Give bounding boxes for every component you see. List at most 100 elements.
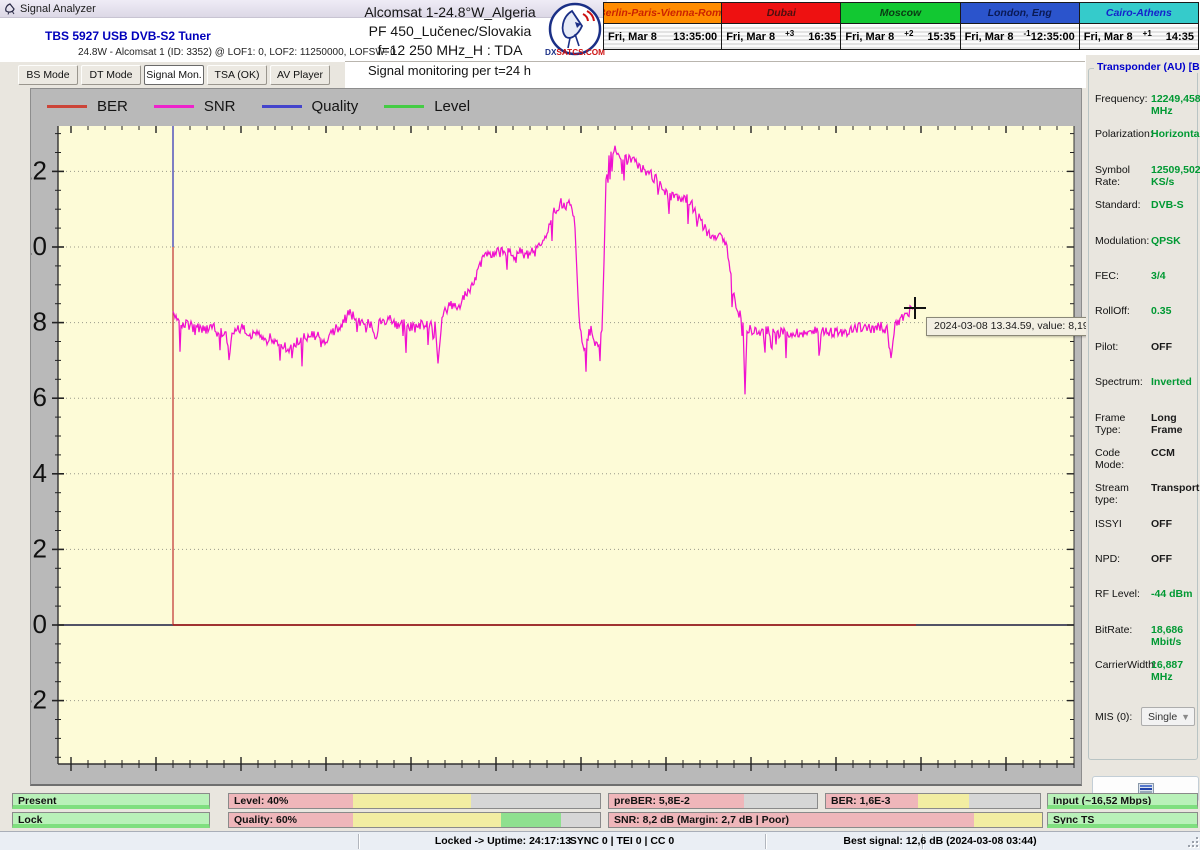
row-value: OFF <box>1151 517 1172 530</box>
transponder-rows: Frequency: 12249,458 MHz Polarization: Hori… <box>1095 93 1200 695</box>
row-label: CarrierWidth: <box>1095 659 1157 672</box>
transponder-row-fec: FEC: 3/4 <box>1095 270 1195 305</box>
clock-utc-offset: +3 <box>785 28 795 38</box>
ber-label: BER: 1,6E-3 <box>831 795 891 807</box>
clock-column-dubai: Dubai Fri, Mar 8 +3 16:35 <box>722 2 842 50</box>
app-dish-icon <box>5 3 15 15</box>
input-label: Input (~16,52 Mbps) <box>1053 795 1152 807</box>
status-bar-present: Present <box>12 793 210 809</box>
row-label: Pilot: <box>1095 340 1119 353</box>
tab-signal-mon[interactable]: Signal Mon. <box>144 65 204 85</box>
clock-city: Berlin-Paris-Vienna-Roma <box>604 3 722 24</box>
clock-city: Cairo-Athens <box>1079 3 1198 24</box>
row-label: Polarization: <box>1095 128 1153 141</box>
row-value: -44 dBm <box>1151 588 1193 601</box>
status-bar-quality: Quality: 60% <box>228 812 601 828</box>
transponder-row-stream-type: Stream type: Transport <box>1095 482 1199 517</box>
row-value: QPSK <box>1151 234 1181 247</box>
clock-column-cairo-athens: Cairo-Athens Fri, Mar 8 +1 14:35 <box>1079 2 1199 50</box>
status-bar-lock: Lock <box>12 812 210 828</box>
status-bar-snr: SNR: 8,2 dB (Margin: 2,7 dB | Poor) <box>608 812 1043 828</box>
row-value: CCM <box>1151 446 1175 459</box>
clock-date: Fri, Mar 8 <box>608 31 657 43</box>
tab-av-player[interactable]: AV Player <box>270 65 330 85</box>
y-axis-label: 12 <box>31 155 47 185</box>
sync-label: Sync TS <box>1053 814 1095 826</box>
row-label: Symbol Rate: <box>1095 163 1131 188</box>
transponder-panel: Frequency: 12249,458 MHz Polarization: Hori… <box>1086 55 1200 850</box>
clock-time-row: Fri, Mar 8 13:35:00 <box>604 24 722 49</box>
row-value: 16,887 MHz <box>1151 659 1184 684</box>
row-label: ISSYI <box>1095 517 1122 530</box>
dxsatcs-logo: DXSATCS.COM <box>545 2 605 57</box>
header-text-block: Alcomsat 1-24.8°W_Algeria PF 450_Lučenec… <box>335 3 565 60</box>
y-axis-label: 8 <box>33 307 47 337</box>
tab-bs-mode[interactable]: BS Mode <box>18 65 78 85</box>
world-clock-panel: Berlin-Paris-Vienna-Roma Fri, Mar 8 13:35:… <box>603 2 1199 50</box>
transponder-row-issyi: ISSYI OFF <box>1095 518 1195 553</box>
row-value: Horizontal <box>1151 128 1200 141</box>
row-label: Frame Type: <box>1095 411 1126 436</box>
resize-grip-icon[interactable] <box>1186 836 1199 849</box>
snr-label: SNR: 8,2 dB (Margin: 2,7 dB | Poor) <box>614 814 790 826</box>
status-bar-preber: preBER: 5,8E-2 <box>608 793 818 809</box>
transponder-row-standard: Standard: DVB-S <box>1095 199 1195 234</box>
clock-time: 16:35 <box>808 31 837 43</box>
status-bar-input: Input (~16,52 Mbps) <box>1047 793 1198 809</box>
clock-time-row: Fri, Mar 8 +2 15:35 <box>841 24 960 49</box>
y-axis-label: 0 <box>33 609 47 639</box>
tab-bar: BS Mode DT Mode Signal Mon. TSA (OK) AV Play… <box>0 62 345 88</box>
status-bar-ber: BER: 1,6E-3 <box>825 793 1041 809</box>
clock-date: Fri, Mar 8 <box>726 31 776 43</box>
transponder-row-code-mode: Code Mode: CCM <box>1095 447 1195 482</box>
transponder-row-modulation: Modulation: QPSK <box>1095 235 1195 270</box>
transponder-row-carrierwidth: CarrierWidth: 16,887 MHz <box>1095 659 1195 694</box>
logo-text-dx: DX <box>545 48 557 57</box>
transponder-row-polarization: Polarization: Horizontal <box>1095 128 1200 163</box>
clock-time: 13:35:00 <box>673 31 718 43</box>
clock-time: 14:35 <box>1165 31 1194 43</box>
mis-select[interactable]: Single ▼ <box>1141 707 1195 726</box>
signal-analyzer-window: Signal Analyzer TBS 5927 USB DVB-S2 Tune… <box>0 0 1200 850</box>
transponder-groupbox: Frequency: 12249,458 MHz Polarization: Hori… <box>1088 68 1200 802</box>
row-value: 0.35 <box>1151 305 1172 318</box>
clock-time: 15:35 <box>927 31 956 43</box>
clock-city: Dubai <box>722 3 841 24</box>
row-label: RF Level: <box>1095 588 1140 601</box>
transponder-row-frequency: Frequency: 12249,458 MHz <box>1095 93 1200 128</box>
preber-label: preBER: 5,8E-2 <box>614 795 690 807</box>
header-divider <box>345 61 1085 62</box>
clock-city: London, Eng <box>960 3 1079 24</box>
row-value: Long Frame <box>1151 411 1183 436</box>
row-label: BitRate: <box>1095 623 1133 636</box>
y-axis-label: 4 <box>33 458 47 488</box>
y-axis-label: 10 <box>31 231 47 261</box>
y-axis-label: 2 <box>33 533 47 563</box>
row-value: OFF <box>1151 340 1172 353</box>
row-label: Spectrum: <box>1095 376 1143 389</box>
status-bar-sync: Sync TS <box>1047 812 1198 828</box>
y-axis-label: -2 <box>31 685 47 715</box>
tab-tsa-ok[interactable]: TSA (OK) <box>207 65 267 85</box>
row-value: DVB-S <box>1151 199 1184 212</box>
row-label: Standard: <box>1095 199 1141 212</box>
clock-date: Fri, Mar 8 <box>964 31 1014 43</box>
tuner-title: TBS 5927 USB DVB-S2 Tuner <box>45 29 211 43</box>
tab-dt-mode[interactable]: DT Mode <box>81 65 141 85</box>
transponder-row-rolloff: RollOff: 0.35 <box>1095 305 1195 340</box>
status-bar-level: Level: 40% <box>228 793 601 809</box>
row-value: Transport <box>1151 482 1200 495</box>
row-label: RollOff: <box>1095 305 1130 318</box>
signal-chart[interactable]: -2 0 2 4 6 8 10 12 <box>31 89 1081 785</box>
quality-label: Quality: 60% <box>234 814 298 826</box>
clock-date: Fri, Mar 8 <box>1083 31 1133 43</box>
transponder-row-frame-type: Frame Type: Long Frame <box>1095 412 1195 447</box>
clock-time: 12:35:00 <box>1030 31 1075 43</box>
transponder-title: Transponder (AU) [BS] <box>1094 61 1200 73</box>
header-site-line: PF 450_Lučenec/Slovakia <box>368 23 532 39</box>
logo-text-rest: SATCS.COM <box>556 48 605 57</box>
header-satellite-line: Alcomsat 1-24.8°W_Algeria <box>364 4 536 20</box>
lock-label: Lock <box>18 814 43 826</box>
clock-column-berlin-paris-vienna-roma: Berlin-Paris-Vienna-Roma Fri, Mar 8 13:35:… <box>603 2 723 50</box>
clock-city: Moscow <box>841 3 960 24</box>
